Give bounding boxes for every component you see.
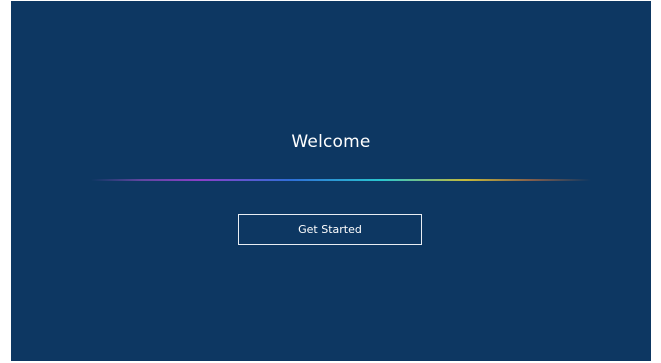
rainbow-divider xyxy=(91,179,591,181)
welcome-title: Welcome xyxy=(291,132,371,152)
welcome-screen: Welcome Get Started xyxy=(11,1,651,361)
get-started-button[interactable]: Get Started xyxy=(238,214,422,245)
